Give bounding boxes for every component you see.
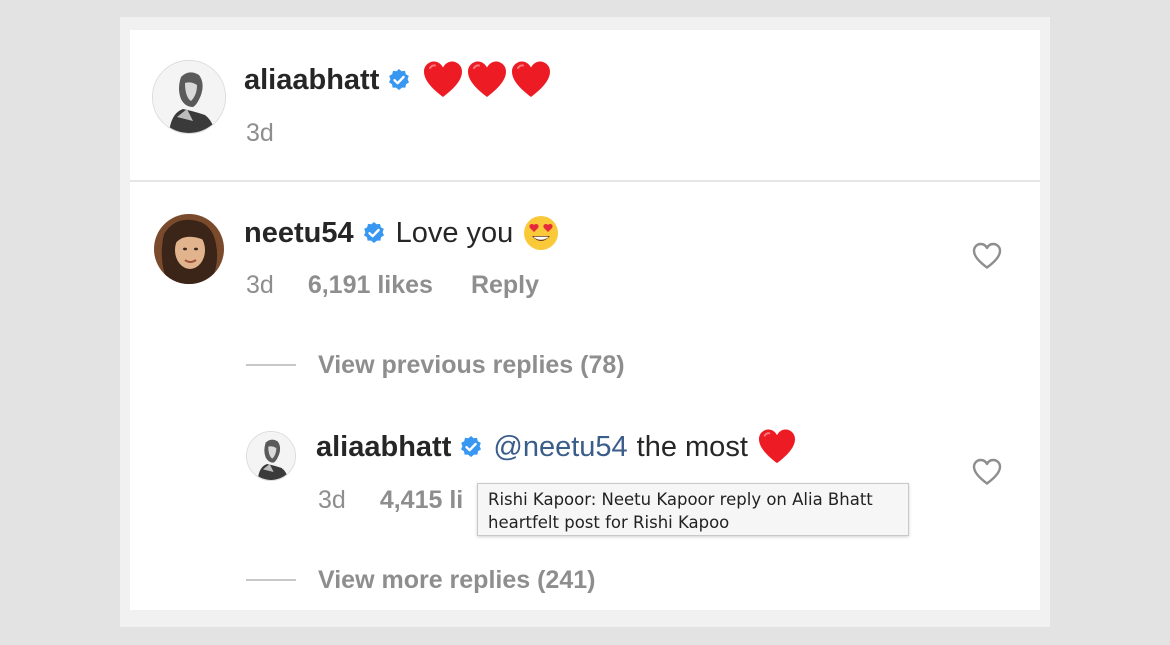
replies-dash <box>246 364 296 366</box>
view-more-replies-button[interactable]: View more replies (241) <box>246 565 595 595</box>
verified-badge-icon <box>387 68 411 92</box>
reply-text: the most <box>636 430 748 463</box>
heart-eyes-emoji-icon <box>523 215 559 251</box>
red-heart-emoji-icon <box>511 61 551 99</box>
red-heart-emoji-icon <box>423 61 463 99</box>
reply-mention-link[interactable]: @neetu54 <box>493 431 627 464</box>
view-more-replies-label: View more replies (241) <box>318 565 596 594</box>
heart-outline-icon[interactable] <box>972 458 1002 486</box>
avatar-aliaabhatt-reply[interactable] <box>246 431 296 481</box>
comment-likes-count[interactable]: 6,191 likes <box>308 271 433 300</box>
comment-username[interactable]: neetu54 <box>244 217 354 250</box>
reply-username[interactable]: aliaabhatt <box>316 431 451 464</box>
verified-badge-icon <box>362 221 386 245</box>
avatar-aliaabhatt[interactable] <box>152 60 226 134</box>
heart-outline-icon[interactable] <box>972 242 1002 270</box>
verified-badge-icon <box>459 435 483 459</box>
image-tooltip: Rishi Kapoor: Neetu Kapoor reply on Alia… <box>477 483 909 536</box>
red-heart-emoji-icon <box>467 61 507 99</box>
view-previous-replies-button[interactable]: View previous replies (78) <box>246 350 625 380</box>
divider <box>130 180 1040 182</box>
view-previous-replies-label: View previous replies (78) <box>318 350 625 379</box>
reply-likes-count[interactable]: 4,415 li <box>380 486 463 515</box>
reply-button[interactable]: Reply <box>471 271 539 300</box>
reply-timestamp: 3d <box>318 485 346 514</box>
comment-text: Love you <box>395 216 514 249</box>
post-username[interactable]: aliaabhatt <box>244 64 379 97</box>
replies-dash <box>246 579 296 581</box>
post-timestamp: 3d <box>246 118 274 147</box>
comment-timestamp: 3d <box>246 270 274 299</box>
red-heart-emoji-icon <box>758 429 796 465</box>
avatar-neetu54[interactable] <box>154 214 224 284</box>
